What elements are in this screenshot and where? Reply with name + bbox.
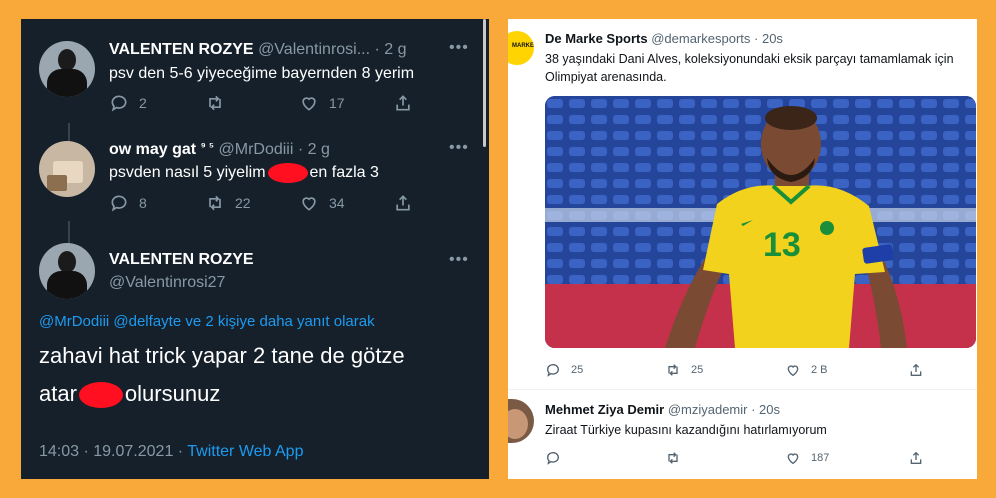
- tweet-text-line2: atar olursunuz: [39, 381, 221, 409]
- share-icon: [396, 95, 410, 111]
- retweet-count: 25: [691, 364, 704, 376]
- more-icon[interactable]: •••: [449, 139, 469, 157]
- like-count: 187: [811, 452, 830, 464]
- like-icon: [787, 453, 799, 465]
- tweet-actions: 8 22 34: [109, 193, 429, 215]
- retweet-icon: [209, 95, 221, 111]
- player-photo-illustration: 13: [545, 96, 976, 348]
- author-handle[interactable]: @mziyademir: [668, 402, 748, 417]
- author-handle[interactable]: @Valentinrosi27: [109, 274, 225, 292]
- like-icon: [302, 197, 316, 211]
- demarke-logo[interactable]: MARKE: [508, 31, 534, 65]
- reply-count: 25: [571, 364, 584, 376]
- share-button[interactable]: [908, 362, 924, 378]
- avatar[interactable]: [39, 141, 95, 197]
- author-name[interactable]: Mehmet Ziya Demir: [545, 402, 664, 417]
- more-icon[interactable]: •••: [449, 39, 469, 57]
- tweet-text-line1: zahavi hat trick yapar 2 tane de götze: [39, 343, 405, 368]
- like-icon: [302, 97, 316, 111]
- tweet-text-part: en fazla 3: [309, 164, 379, 182]
- author-name[interactable]: VALENTEN ROZYE: [109, 41, 254, 58]
- reply-button[interactable]: 8: [109, 193, 147, 213]
- tweet-text-part: atar: [39, 381, 77, 406]
- reply-button[interactable]: 25: [545, 362, 583, 378]
- reply-icon: [547, 364, 559, 377]
- retweet-button[interactable]: 22: [205, 193, 251, 213]
- author-handle[interactable]: @MrDodiii: [219, 141, 294, 158]
- tweet-text: Ziraat Türkiye kupasını kazandığını hatı…: [545, 423, 827, 437]
- tweet-header: VALENTEN ROZYE @Valentinrosi... · 2 g: [109, 41, 407, 59]
- tweet-header: De Marke Sports @demarkesports · 20s: [545, 31, 783, 46]
- author-handle-text: @Valentinrosi27: [109, 274, 226, 291]
- tweet-timestamp: 14:03 · 19.07.2021 · Twitter Web App: [39, 443, 303, 461]
- more-icon[interactable]: •••: [449, 251, 469, 269]
- reply-icon: [547, 452, 559, 465]
- like-count: 34: [329, 195, 345, 211]
- tweet-actions: 2 17: [109, 93, 429, 115]
- logo-text: MARKE: [512, 43, 534, 49]
- like-button[interactable]: 17: [299, 93, 345, 113]
- tweet-text: psv den 5-6 yiyeceğime bayernden 8 yerim: [109, 65, 415, 82]
- share-icon: [396, 195, 410, 211]
- retweet-button[interactable]: 25: [665, 362, 703, 378]
- share-button[interactable]: [393, 93, 413, 113]
- avatar[interactable]: [508, 399, 534, 443]
- like-button[interactable]: 187: [785, 450, 829, 466]
- reply-to-line[interactable]: @MrDodiii @delfayte ve 2 kişiye daha yan…: [39, 313, 375, 330]
- author-name[interactable]: ow may gat: [109, 141, 196, 158]
- tweet-divider: [508, 389, 977, 390]
- author-name-text: VALENTEN ROZYE: [109, 251, 254, 268]
- tweet-time[interactable]: · 20s: [754, 31, 783, 46]
- dark-tweet-panel: VALENTEN ROZYE @Valentinrosi... · 2 g ••…: [21, 19, 489, 479]
- jersey-number: 13: [763, 226, 801, 264]
- author-name[interactable]: De Marke Sports: [545, 31, 648, 46]
- like-button[interactable]: 34: [299, 193, 345, 213]
- reply-button[interactable]: 2: [109, 93, 147, 113]
- like-count: 2 B: [811, 364, 828, 376]
- avatar[interactable]: [39, 41, 95, 97]
- author-badge: ⁹ ⁵: [200, 141, 215, 153]
- redaction-mark: [267, 163, 308, 183]
- tweet-time[interactable]: · 20s: [751, 402, 780, 417]
- tweet-photo[interactable]: 13: [545, 96, 976, 348]
- light-tweet-panel: MARKE De Marke Sports @demarkesports · 2…: [508, 19, 977, 479]
- author-handle[interactable]: @demarkesports: [651, 31, 750, 46]
- share-button[interactable]: [908, 450, 924, 466]
- retweet-button[interactable]: [205, 93, 225, 113]
- retweet-icon: [668, 452, 678, 464]
- tweet-header: ow may gat ⁹ ⁵ @MrDodiii · 2 g: [109, 141, 330, 159]
- tweet-text-part: olursunuz: [124, 381, 221, 406]
- author-handle[interactable]: @Valentinrosi...: [258, 41, 370, 58]
- retweet-icon: [668, 364, 678, 376]
- tweet-text: 38 yaşındaki Dani Alves, koleksiyonundak…: [545, 52, 954, 84]
- timestamp-text[interactable]: 14:03 · 19.07.2021 ·: [39, 443, 183, 460]
- like-count: 17: [329, 95, 345, 111]
- tweet-time[interactable]: · 2 g: [375, 41, 407, 58]
- reply-button[interactable]: [545, 450, 561, 466]
- reply-icon: [111, 195, 127, 212]
- share-icon: [910, 451, 922, 464]
- scrollbar[interactable]: [483, 19, 486, 147]
- author-name[interactable]: VALENTEN ROZYE: [109, 251, 254, 269]
- avatar[interactable]: [39, 243, 95, 299]
- share-button[interactable]: [393, 193, 413, 213]
- tweet-text: psvden nasıl 5 yiyelim en fazla 3: [109, 163, 379, 183]
- redaction-mark: [78, 382, 123, 409]
- like-icon: [787, 365, 799, 377]
- tweet-time[interactable]: · 2 g: [298, 141, 330, 158]
- reply-icon: [111, 95, 127, 112]
- source-app-link[interactable]: Twitter Web App: [187, 443, 303, 460]
- tweet-text-part: psvden nasıl 5 yiyelim: [109, 164, 266, 182]
- retweet-button[interactable]: [665, 450, 681, 466]
- reply-count: 8: [139, 195, 147, 211]
- like-button[interactable]: 2 B: [785, 362, 828, 378]
- thread-line: [68, 221, 70, 245]
- reply-count: 2: [139, 95, 147, 111]
- share-icon: [910, 363, 922, 376]
- retweet-count: 22: [235, 195, 251, 211]
- tweet-header: Mehmet Ziya Demir @mziyademir · 20s: [545, 402, 780, 417]
- retweet-icon: [209, 195, 221, 211]
